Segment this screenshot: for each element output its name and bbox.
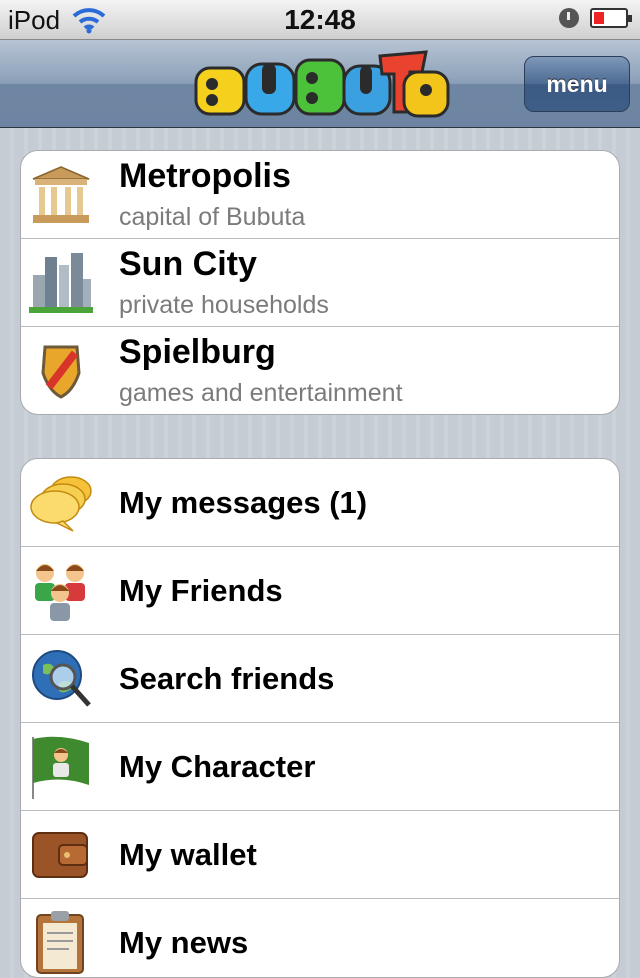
city-subtitle: private households [119, 291, 329, 319]
list-item-label: My news [119, 925, 249, 960]
list-item-label: Search friends [119, 661, 335, 696]
city-row-spielburg[interactable]: Spielburg games and entertainment [21, 327, 619, 414]
menu-button[interactable]: menu [524, 56, 630, 112]
shield-icon [41, 345, 81, 399]
city-subtitle: capital of Bubuta [119, 203, 306, 231]
city-row-sun-city[interactable]: Sun City private households [21, 239, 619, 327]
building-icon [32, 166, 90, 223]
list-item-label: My messages (1) [119, 485, 368, 520]
navigation-bar: menu [0, 40, 640, 128]
friends-icon [35, 564, 85, 621]
list-item-my-news[interactable]: My news [21, 899, 619, 977]
city-title: Spielburg [119, 333, 276, 371]
city-row-metropolis[interactable]: Metropolis capital of Bubuta [21, 151, 619, 239]
list-item-label: My Character [119, 749, 316, 784]
orientation-lock-icon [559, 8, 579, 28]
city-title: Metropolis [119, 157, 291, 195]
wallet-icon [32, 832, 88, 878]
clock: 12:48 [284, 4, 356, 35]
cities-list: Metropolis capital of Bubuta Sun City pr… [20, 150, 620, 415]
list-item-my-messages[interactable]: My messages (1) [21, 459, 619, 547]
list-item-my-wallet[interactable]: My wallet [21, 811, 619, 899]
flag-character-icon [32, 736, 89, 799]
skyscrapers-icon [29, 253, 93, 313]
clipboard-icon [36, 911, 84, 974]
list-item-label: My wallet [119, 837, 257, 872]
bubuta-logo [194, 50, 450, 118]
list-item-my-character[interactable]: My Character [21, 723, 619, 811]
city-subtitle: games and entertainment [119, 379, 403, 407]
my-menu-list: My messages (1) My Friends Search friend… [20, 458, 620, 978]
speech-bubbles-icon [30, 476, 92, 532]
list-item-search-friends[interactable]: Search friends [21, 635, 619, 723]
battery-icon [590, 8, 632, 28]
status-bar: iPod 12:48 [0, 0, 640, 40]
list-item-label: My Friends [119, 573, 283, 608]
list-item-my-friends[interactable]: My Friends [21, 547, 619, 635]
globe-search-icon [32, 650, 91, 707]
city-title: Sun City [119, 245, 257, 283]
